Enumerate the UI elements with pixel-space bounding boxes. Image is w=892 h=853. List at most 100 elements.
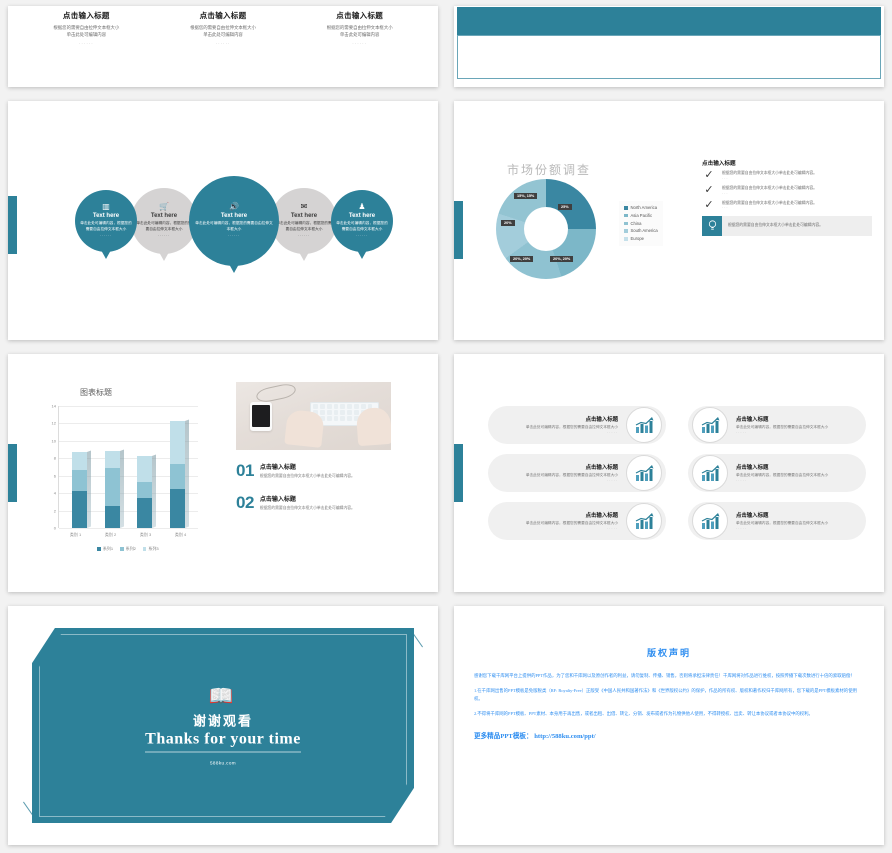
check-icon: ✓ xyxy=(704,169,714,181)
check-row: ✓ 根据您的需要自由拉伸文本框大小单击此处可编辑内容。 ··· xyxy=(702,183,872,196)
template-link[interactable]: 更多精品PPT模板： http://588ku.com/ppt/ xyxy=(474,730,864,740)
speech-bubble[interactable]: 🔊 Text here 单击此处可编辑内容，根据您的需要自由拉伸文本框大小 ··… xyxy=(189,175,279,273)
bubble-title: Text here xyxy=(348,213,376,220)
envelope-icon: ✉ xyxy=(300,202,308,212)
slide-bar-chart[interactable]: 图表标题 14 12 10 8 6 4 2 0 类别 1 类别 2 类别 3 类… xyxy=(8,354,438,592)
bubble-dots: ······ xyxy=(228,233,240,238)
column-item: 点击输入标题 根据您的需要自由拉伸文本框大小 单击此处可编辑内容 ······ xyxy=(20,10,153,87)
x-tick: 类别 3 xyxy=(139,532,152,537)
item-title: 点击输入标题 xyxy=(259,497,296,503)
legend-label: Asia Pacific xyxy=(630,212,653,218)
hand-shape xyxy=(283,408,325,448)
plot-area xyxy=(58,406,198,529)
bubble-dots: ······ xyxy=(100,233,112,238)
lightbulb-icon xyxy=(702,215,722,236)
pill-dots: ····· xyxy=(607,526,618,531)
shopping-cart-icon: 🛒 xyxy=(159,202,169,212)
slide-cell-4: 市场份额调查 25% 20% 15%, 15% 20%, 20% 20%, 20… xyxy=(446,95,892,348)
y-tick: 0 xyxy=(53,525,56,531)
list-item[interactable]: 点击输入标题 单击此处可编辑内容，根据您的需要自由拉伸文本框大小 ····· xyxy=(688,502,866,540)
check-text-wrap: 根据您的需要自由拉伸文本框大小单击此处可编辑内容。 ··· xyxy=(722,201,817,211)
speech-bubble[interactable]: ▥ Text here 单击此处可编辑内容，根据您的需要自由拉伸文本框大小 ··… xyxy=(75,189,137,259)
bell-icon: ♟ xyxy=(358,202,366,212)
x-tick: 类别 4 xyxy=(174,532,187,537)
list-item[interactable]: 点击输入标题 单击此处可编辑内容，根据您的需要自由拉伸文本框大小 ····· xyxy=(688,406,866,444)
pill-text: 点击输入标题 单击此处可编辑内容，根据您的需要自由拉伸文本框大小 ····· xyxy=(492,415,620,434)
bubble-tail xyxy=(299,251,309,261)
pill-text: 点击输入标题 单击此处可编辑内容，根据您的需要自由拉伸文本框大小 ····· xyxy=(734,415,862,434)
column-item: 点击输入标题 根据您的需要自由拉伸文本框大小 单击此处可编辑内容 ······ xyxy=(293,10,426,87)
site-url: 588ku.com xyxy=(209,760,237,765)
legend-label: 系列2 xyxy=(125,546,136,551)
stacked-bar xyxy=(170,420,186,528)
legend-item: North America xyxy=(624,204,658,212)
slide-three-columns[interactable]: 点击输入标题 根据您的需要自由拉伸文本框大小 单击此处可编辑内容 ······ 点… xyxy=(8,6,438,87)
slide-copyright[interactable]: 版权声明 感谢您下载千库网平台上提供的PPT作品，为了您和千库网以及原创作者的利… xyxy=(454,606,884,845)
legend-label: Europe xyxy=(630,236,645,242)
slide-cell-8: 版权声明 感谢您下载千库网平台上提供的PPT作品，为了您和千库网以及原创作者的利… xyxy=(446,600,892,853)
legend-item: 系列1 xyxy=(97,546,113,552)
copyright-title: 版权声明 xyxy=(646,648,691,658)
highlight-box[interactable]: 根据您的需要自由拉伸文本框大小单击此处可编辑内容。 xyxy=(702,215,872,236)
pill-text: 点击输入标题 单击此处可编辑内容，根据您的需要自由拉伸文本框大小 ····· xyxy=(492,511,620,530)
slide-speech-bubbles[interactable]: ▥ Text here 单击此处可编辑内容，根据您的需要自由拉伸文本框大小 ··… xyxy=(8,101,438,340)
lightbulb-glyph xyxy=(708,220,716,230)
list-item[interactable]: 点击输入标题 单击此处可编辑内容，根据您的需要自由拉伸文本框大小 ····· xyxy=(488,454,666,492)
bubble-title: Text here xyxy=(92,213,120,220)
bubble-body: 单击此处可编辑内容，根据您的需要自由拉伸文本框大小 xyxy=(136,221,192,231)
slide-thumbnail-grid: 点击输入标题 根据您的需要自由拉伸文本框大小 单击此处可编辑内容 ······ 点… xyxy=(0,0,892,853)
slide-header-band[interactable] xyxy=(454,6,884,87)
item-text-wrap: 点击输入标题 根据您的需要自由拉伸文本框大小单击此处可编辑内容。 xyxy=(260,462,355,479)
y-tick: 14 xyxy=(51,403,56,409)
growth-chart-icon xyxy=(692,503,728,539)
check-text: 根据您的需要自由拉伸文本框大小单击此处可编辑内容。 xyxy=(722,185,817,190)
decorative-slash xyxy=(413,633,423,648)
slide-pill-list[interactable]: 点击输入标题 单击此处可编辑内容，根据您的需要自由拉伸文本框大小 ····· 点… xyxy=(454,354,884,592)
side-accent-tab xyxy=(8,196,17,255)
check-icon: ✓ xyxy=(704,183,714,196)
thanks-title-en: Thanks for your time xyxy=(145,730,301,752)
donut-label: 20%, 20% xyxy=(510,256,534,262)
bubble-title: Text here xyxy=(290,213,318,220)
column-dots: ······ xyxy=(352,40,368,46)
bubble-body: 单击此处可编辑内容，根据您的需要自由拉伸文本框大小 xyxy=(336,221,388,231)
pill-dots: ····· xyxy=(736,430,747,435)
pill-text: 点击输入标题 单击此处可编辑内容，根据您的需要自由拉伸文本框大小 ····· xyxy=(734,511,862,530)
slide-thank-you[interactable]: 📖 谢谢观看 Thanks for your time 588ku.com xyxy=(8,606,438,845)
legend-swatch xyxy=(624,206,628,210)
donut-chart: 25% 20% 15%, 15% 20%, 20% 20%, 20% xyxy=(496,179,596,279)
growth-chart-glyph xyxy=(635,465,654,481)
item-title: 点击输入标题 xyxy=(259,465,296,471)
growth-chart-icon xyxy=(692,455,728,491)
slide-market-share[interactable]: 市场份额调查 25% 20% 15%, 15% 20%, 20% 20%, 20… xyxy=(454,101,884,340)
item-number: 02 xyxy=(236,493,254,512)
speech-bubble[interactable]: ♟ Text here 单击此处可编辑内容，根据您的需要自由拉伸文本框大小 ··… xyxy=(331,189,393,259)
pill-dots: ····· xyxy=(736,526,747,531)
list-item[interactable]: 点击输入标题 单击此处可编辑内容，根据您的需要自由拉伸文本框大小 ····· xyxy=(688,454,866,492)
glasses-shape xyxy=(255,382,298,404)
donut-ring xyxy=(496,179,596,279)
speech-bubble[interactable]: 🛒 Text here 单击此处可编辑内容，根据您的需要自由拉伸文本框大小 ··… xyxy=(131,187,197,261)
check-dots: ··· xyxy=(722,191,729,196)
check-text: 根据您的需要自由拉伸文本框大小单击此处可编辑内容。 xyxy=(722,200,817,205)
list-item[interactable]: 点击输入标题 单击此处可编辑内容，根据您的需要自由拉伸文本框大小 ····· xyxy=(488,406,666,444)
pill-title: 点击输入标题 xyxy=(736,465,769,472)
column-title: 点击输入标题 xyxy=(336,11,384,20)
column-item: 点击输入标题 根据您的需要自由拉伸文本框大小 单击此处可编辑内容 ······ xyxy=(157,10,290,87)
pill-title: 点击输入标题 xyxy=(736,513,769,520)
legend-label: North America xyxy=(630,205,658,210)
speech-bubble[interactable]: ✉ Text here 单击此处可编辑内容，根据您的需要自由拉伸文本框大小 ··… xyxy=(271,187,337,261)
bubble-tail xyxy=(229,263,239,273)
check-row: ✓ 根据您的需要自由拉伸文本框大小单击此处可编辑内容。 ··· xyxy=(702,169,872,181)
column-dots: ······ xyxy=(215,40,231,46)
donut-label: 20% xyxy=(501,220,515,226)
growth-chart-glyph xyxy=(635,513,654,529)
pill-title: 点击输入标题 xyxy=(585,465,618,472)
chart-legend: 系列1 系列2 系列3 xyxy=(58,546,198,552)
stacked-bar xyxy=(137,455,153,528)
slide-cell-1: 点击输入标题 根据您的需要自由拉伸文本框大小 单击此处可编辑内容 ······ 点… xyxy=(0,0,446,95)
list-item[interactable]: 点击输入标题 单击此处可编辑内容，根据您的需要自由拉伸文本框大小 ····· xyxy=(488,502,666,540)
item-number: 01 xyxy=(236,461,254,480)
copyright-block: 版权声明 感谢您下载千库网平台上提供的PPT作品，为了您和千库网以及原创作者的利… xyxy=(474,646,864,740)
pill-title: 点击输入标题 xyxy=(736,417,769,424)
